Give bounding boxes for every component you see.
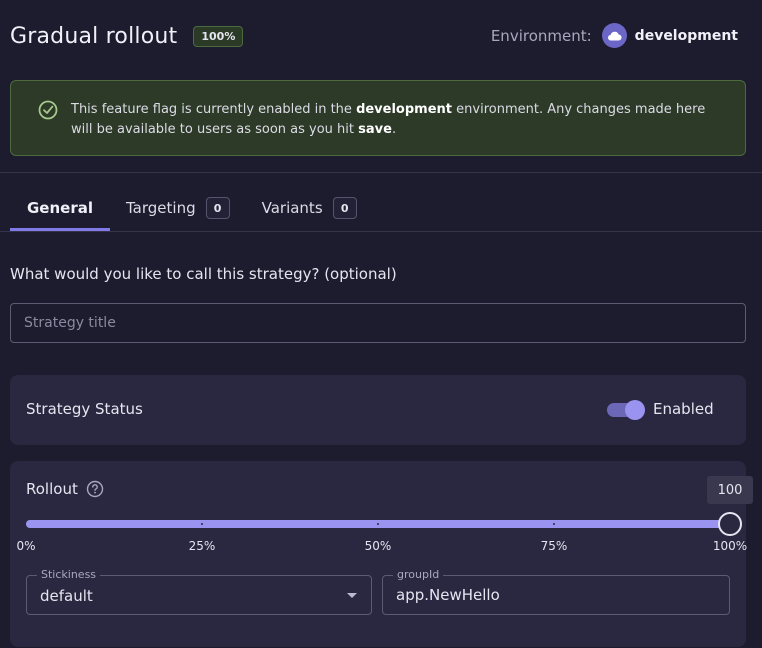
page-header: Gradual rollout 100% Environment: develo… [10, 20, 746, 52]
chevron-down-icon [347, 593, 357, 598]
variants-count-badge: 0 [332, 197, 357, 219]
slider-mark [377, 523, 379, 525]
alert-save-word: save [358, 122, 392, 137]
enabled-environment-alert: This feature flag is currently enabled i… [10, 80, 746, 156]
strategy-title-input[interactable] [10, 303, 746, 343]
rollout-slider[interactable] [26, 511, 742, 537]
strategy-status-value: Enabled [653, 400, 714, 418]
tabs-divider [0, 231, 762, 232]
cloud-icon [601, 23, 627, 48]
alert-env-name: development [356, 102, 453, 117]
alert-text-end: . [391, 122, 397, 137]
slider-mark [553, 523, 555, 525]
tab-variants[interactable]: Variants 0 [262, 188, 357, 231]
stickiness-select[interactable]: Stickiness default [26, 568, 372, 615]
tab-targeting[interactable]: Targeting 0 [126, 188, 230, 231]
stickiness-value: default [40, 587, 93, 605]
slider-tick-label: 0% [16, 539, 36, 553]
check-circle-icon [37, 99, 59, 121]
slider-tick-label: 100% [712, 539, 748, 553]
tab-general-label: General [27, 199, 93, 217]
help-circle-icon[interactable] [86, 480, 104, 498]
stickiness-label: Stickiness [37, 568, 101, 582]
strategy-name-question: What would you like to call this strateg… [10, 265, 397, 283]
tab-targeting-label: Targeting [126, 199, 196, 217]
strategy-status-card: Strategy Status Enabled [10, 375, 746, 445]
rollout-value-tooltip: 100 [707, 476, 753, 504]
page-title: Gradual rollout [10, 23, 178, 49]
alert-text-before: This feature flag is currently enabled i… [71, 102, 357, 117]
group-id-field: groupId [382, 568, 730, 615]
slider-tick-label: 75% [540, 539, 568, 553]
header-divider [0, 172, 762, 173]
rollout-percent-badge: 100% [193, 25, 244, 47]
slider-tick-label: 50% [364, 539, 392, 553]
group-id-input[interactable] [383, 576, 729, 614]
environment-indicator: Environment: development [491, 23, 738, 48]
slider-thumb[interactable] [718, 512, 742, 536]
alert-message: This feature flag is currently enabled i… [71, 100, 715, 140]
rollout-label: Rollout [26, 480, 78, 498]
rollout-card: Rollout 100 0% 25% 50% 75% 100% Stickiness d… [10, 461, 753, 647]
strategy-tabs: General Targeting 0 Variants 0 [10, 188, 357, 231]
slider-tick-label: 25% [188, 539, 216, 553]
toggle-thumb [625, 400, 645, 420]
tab-general[interactable]: General [10, 188, 110, 231]
targeting-count-badge: 0 [205, 197, 230, 219]
strategy-status-toggle[interactable] [607, 400, 645, 420]
slider-mark [201, 523, 203, 525]
strategy-edit-page: Gradual rollout 100% Environment: develo… [0, 0, 762, 648]
environment-label: Environment: [490, 26, 592, 45]
environment-name: development [634, 27, 738, 44]
rollout-heading: Rollout [26, 480, 104, 498]
tab-variants-label: Variants [261, 199, 323, 217]
strategy-status-label: Strategy Status [26, 400, 143, 418]
